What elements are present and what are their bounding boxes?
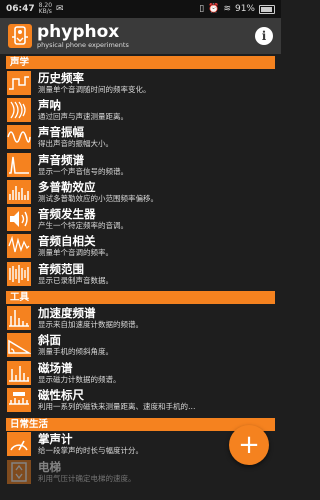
experiment-desc: 测量手机的倾斜角度。 xyxy=(38,347,113,357)
experiment-title: 多普勒效应 xyxy=(38,180,96,194)
experiment-desc: 产生一个特定频率的音调。 xyxy=(38,221,128,231)
experiment-desc: 得出声音的振幅大小。 xyxy=(38,139,113,149)
add-experiment-button[interactable]: + xyxy=(229,425,269,465)
experiment-title: 历史频率 xyxy=(38,71,84,85)
category-header: 声学 xyxy=(6,56,275,69)
experiment-title: 声音频谱 xyxy=(38,153,84,167)
experiment-title: 音频发生器 xyxy=(38,208,96,222)
experiment-item[interactable]: 磁性标尺 利用一系列的磁铁来测量距离、速度和手机的… xyxy=(6,386,275,413)
applause-meter-icon xyxy=(6,431,32,458)
audio-spectrum-icon xyxy=(6,151,32,178)
app-subtitle: physical phone experiments xyxy=(37,40,129,49)
experiment-title: 声呐 xyxy=(38,98,61,112)
audio-scope-icon xyxy=(6,260,32,287)
experiment-item[interactable]: 音频范围 显示已录制声音数据。 xyxy=(6,260,275,287)
experiment-item[interactable]: 多普勒效应 测试多普勒效应的小范围频率偏移。 xyxy=(6,178,275,205)
magnetic-ruler-icon xyxy=(6,386,32,413)
app-name: phyphox xyxy=(37,21,120,42)
status-icons: ▯ ⏰ ≋ 91% xyxy=(199,4,275,14)
tone-generator-icon xyxy=(6,206,32,233)
plus-icon: + xyxy=(238,430,260,460)
experiment-item[interactable]: 磁场谱 显示磁力计数据的频谱。 xyxy=(6,359,275,386)
experiment-desc: 利用一系列的磁铁来测量距离、速度和手机的… xyxy=(38,401,196,411)
frequency-history-icon xyxy=(6,69,32,96)
inclination-icon xyxy=(6,332,32,359)
notification-icon: ✉ xyxy=(56,4,64,14)
phyphox-logo-icon xyxy=(8,24,32,48)
experiment-title: 音频自相关 xyxy=(38,235,96,249)
experiment-desc: 测量单个音调随时间的频率变化。 xyxy=(38,84,151,94)
experiment-desc: 测量单个音调的频率。 xyxy=(38,248,113,258)
experiment-title: 电梯 xyxy=(38,460,61,474)
experiment-title: 掌声计 xyxy=(38,433,73,447)
experiment-desc: 显示来自加速度计数据的频谱。 xyxy=(38,320,143,330)
experiment-title: 斜面 xyxy=(38,334,61,348)
experiment-item[interactable]: 电梯 利用气压计确定电梯的速度。 xyxy=(6,458,275,485)
sonar-icon xyxy=(6,96,32,123)
category-acoustics: 声学 历史频率 测量单个音调随时间的频率变化。 声呐 通过回声与声速测量距离。 xyxy=(0,56,281,287)
category-header: 日常生活 xyxy=(6,417,275,431)
experiment-desc: 显示磁力计数据的频谱。 xyxy=(38,374,121,384)
experiment-desc: 测试多普勒效应的小范围频率偏移。 xyxy=(38,193,158,203)
alarm-icon: ⏰ xyxy=(208,4,220,14)
experiment-item[interactable]: 声音振幅 得出声音的振幅大小。 xyxy=(6,124,275,151)
sound-amplitude-icon xyxy=(6,124,32,151)
experiment-title: 声音振幅 xyxy=(38,126,84,140)
experiment-title: 音频范围 xyxy=(38,262,84,276)
acceleration-spectrum-icon xyxy=(6,305,32,332)
battery-percent: 91% xyxy=(234,4,255,14)
experiment-item[interactable]: 加速度频谱 显示来自加速度计数据的频谱。 xyxy=(6,304,275,332)
experiment-item[interactable]: 声音频谱 显示一个声音信号的频谱。 xyxy=(6,151,275,178)
experiment-title: 加速度频谱 xyxy=(38,307,96,321)
experiment-desc: 显示一个声音信号的频谱。 xyxy=(38,166,128,176)
doppler-icon xyxy=(6,178,32,205)
elevator-icon xyxy=(6,458,32,485)
experiment-item[interactable]: 音频发生器 产生一个特定频率的音调。 xyxy=(6,205,275,233)
wifi-icon: ≋ xyxy=(223,4,231,14)
magnetic-spectrum-icon xyxy=(6,359,32,386)
experiment-desc: 给一段掌声的时长与幅度计分。 xyxy=(38,446,143,456)
info-icon: i xyxy=(261,29,267,43)
audio-autocorrelation-icon xyxy=(6,233,32,260)
experiment-item[interactable]: 声呐 通过回声与声速测量距离。 xyxy=(6,96,275,123)
category-header: 工具 xyxy=(6,291,275,305)
experiment-desc: 显示已录制声音数据。 xyxy=(38,275,113,285)
status-time: 06:47 xyxy=(6,4,35,14)
experiment-desc: 利用气压计确定电梯的速度。 xyxy=(38,473,136,483)
battery-icon xyxy=(259,4,275,14)
experiment-item[interactable]: 斜面 测量手机的倾斜角度。 xyxy=(6,332,275,359)
experiment-desc: 通过回声与声速测量距离。 xyxy=(38,111,128,121)
category-tools: 工具 加速度频谱 显示来自加速度计数据的频谱。 斜面 测量手机的倾斜角度。 磁场… xyxy=(0,291,281,413)
network-speed: 8.20 KB/s xyxy=(38,2,53,15)
vibrate-icon: ▯ xyxy=(199,4,205,14)
experiment-item[interactable]: 历史频率 测量单个音调随时间的频率变化。 xyxy=(6,69,275,96)
brand: phyphox physical phone experiments xyxy=(37,21,129,49)
app-header: phyphox physical phone experiments i xyxy=(0,18,281,54)
info-button[interactable]: i xyxy=(255,27,273,45)
experiment-title: 磁场谱 xyxy=(38,361,73,375)
experiment-title: 磁性标尺 xyxy=(38,388,84,402)
experiment-item[interactable]: 音频自相关 测量单个音调的频率。 xyxy=(6,233,275,260)
status-bar: 06:47 8.20 KB/s ✉ ▯ ⏰ ≋ 91% xyxy=(0,0,281,18)
